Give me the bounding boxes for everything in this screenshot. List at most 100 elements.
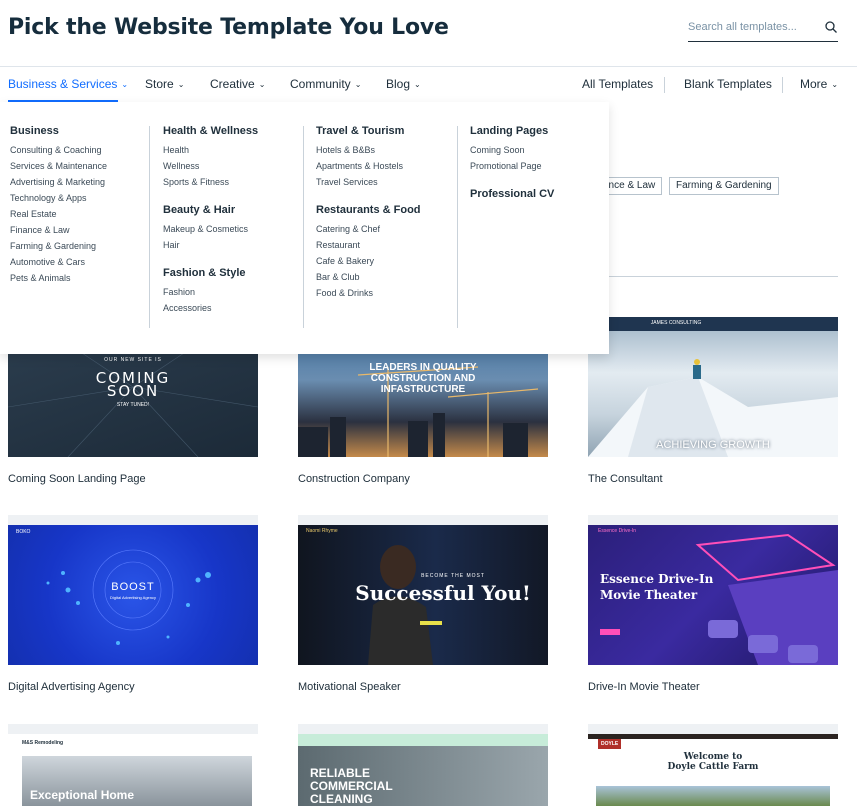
template-thumbnail-remodeling[interactable]: M&S Remodeling Exceptional Home — [8, 734, 258, 806]
chevron-down-icon: ⌄ — [831, 80, 839, 89]
menu-link[interactable]: Real Estate — [10, 206, 107, 222]
page-title: Pick the Website Template You Love — [8, 15, 449, 40]
menu-heading-landing-pages[interactable]: Landing Pages — [470, 125, 554, 137]
menu-link[interactable]: Hair — [163, 237, 258, 253]
menu-link[interactable]: Advertising & Marketing — [10, 174, 107, 190]
nav-creative[interactable]: Creative ⌄ — [210, 77, 265, 91]
menu-group: Restaurants & Food Catering & Chef Resta… — [316, 204, 421, 301]
menu-heading-travel-tourism[interactable]: Travel & Tourism — [316, 125, 421, 137]
menu-link[interactable]: Farming & Gardening — [10, 238, 107, 254]
nav-blank-templates[interactable]: Blank Templates — [684, 77, 772, 91]
nav-store[interactable]: Store ⌄ — [145, 77, 184, 91]
menu-heading-restaurants-food[interactable]: Restaurants & Food — [316, 204, 421, 216]
menu-group: Travel & Tourism Hotels & B&Bs Apartment… — [316, 125, 421, 190]
thumb-text: Doyle Cattle Farm — [667, 762, 759, 772]
thumb-text: SOON — [106, 382, 160, 400]
thumb-text: Essence Drive-In — [598, 528, 637, 534]
menu-link[interactable]: Fashion — [163, 284, 258, 300]
thumb-text: Movie Theater — [600, 588, 698, 602]
menu-column-divider — [303, 126, 304, 328]
search-box[interactable] — [688, 16, 838, 42]
template-title[interactable]: Drive-In Movie Theater — [588, 681, 700, 693]
template-title[interactable]: Coming Soon Landing Page — [8, 473, 146, 485]
menu-link[interactable]: Technology & Apps — [10, 190, 107, 206]
menu-link[interactable]: Coming Soon — [470, 142, 554, 158]
menu-heading-health-wellness[interactable]: Health & Wellness — [163, 125, 258, 137]
menu-link[interactable]: Accessories — [163, 300, 258, 316]
menu-column-divider — [149, 126, 150, 328]
browser-chrome — [8, 515, 258, 525]
thumb-text: Successful You! — [355, 581, 531, 605]
menu-link[interactable]: Makeup & Cosmetics — [163, 221, 258, 237]
menu-link[interactable]: Apartments & Hostels — [316, 158, 421, 174]
thumb-text: CLEANING — [310, 792, 373, 806]
menu-heading-business[interactable]: Business — [10, 125, 107, 137]
menu-link[interactable]: Catering & Chef — [316, 221, 421, 237]
chevron-down-icon: ⌄ — [177, 80, 185, 89]
thumb-text: CONSTRUCTION AND — [370, 373, 476, 384]
template-thumbnail-digital-advertising[interactable]: BOKO BOOST Digital Advertising Agency — [8, 525, 258, 665]
menu-heading-fashion-style[interactable]: Fashion & Style — [163, 267, 258, 279]
menu-group: Professional CV — [470, 188, 554, 200]
filter-chip-farming-gardening[interactable]: Farming & Gardening — [669, 177, 779, 195]
menu-link[interactable]: Sports & Fitness — [163, 174, 258, 190]
search-icon[interactable] — [824, 20, 838, 34]
menu-link[interactable]: Promotional Page — [470, 158, 554, 174]
thumb-text: BOKO — [16, 529, 31, 535]
nav-more[interactable]: More ⌄ — [800, 77, 838, 91]
thumb-text: Essence Drive-In — [600, 572, 714, 586]
template-thumbnail-drive-in[interactable]: Essence Drive-In Essence Drive-In Movie … — [588, 525, 838, 665]
nav-community[interactable]: Community ⌄ — [290, 77, 361, 91]
menu-link[interactable]: Travel Services — [316, 174, 421, 190]
menu-link[interactable]: Pets & Animals — [10, 270, 107, 286]
menu-link[interactable]: Cafe & Bakery — [316, 253, 421, 269]
menu-group: Fashion & Style Fashion Accessories — [163, 267, 258, 316]
menu-column-business: Business Consulting & Coaching Services … — [10, 125, 107, 300]
menu-link[interactable]: Services & Maintenance — [10, 158, 107, 174]
thumb-text: ACHIEVING GROWTH — [656, 439, 770, 451]
template-thumbnail-consultant[interactable]: JAMES CONSULTING ACHIEVING GROWTH — [588, 317, 838, 457]
search-input[interactable] — [688, 16, 816, 38]
menu-column-divider — [457, 126, 458, 328]
nav-label: Blog — [386, 77, 411, 91]
template-thumbnail-motivational-speaker[interactable]: Naomi Rhyme BECOME THE MOST Successful Y… — [298, 525, 548, 665]
template-title[interactable]: Construction Company — [298, 473, 410, 485]
menu-link[interactable]: Health — [163, 142, 258, 158]
menu-group: Beauty & Hair Makeup & Cosmetics Hair — [163, 204, 258, 253]
menu-link[interactable]: Food & Drinks — [316, 285, 421, 301]
menu-link[interactable]: Consulting & Coaching — [10, 142, 107, 158]
thumb-text: BOOST — [111, 581, 155, 593]
thumb-button — [600, 629, 620, 635]
menu-group: Landing Pages Coming Soon Promotional Pa… — [470, 125, 554, 174]
menu-link[interactable]: Bar & Club — [316, 269, 421, 285]
menu-column-landing-cv: Landing Pages Coming Soon Promotional Pa… — [470, 125, 554, 214]
thumb-text: BECOME THE MOST — [421, 573, 485, 579]
template-title[interactable]: The Consultant — [588, 473, 663, 485]
menu-link[interactable]: Hotels & B&Bs — [316, 142, 421, 158]
category-nav: Business & Services ⌄ Store ⌄ Creative ⌄ Co… — [0, 66, 857, 102]
nav-business-services[interactable]: Business & Services ⌄ — [8, 77, 128, 91]
browser-chrome — [588, 515, 838, 525]
template-thumbnail-cattle-farm[interactable]: DOYLE Welcome to Doyle Cattle Farm — [588, 734, 838, 806]
browser-chrome — [8, 724, 258, 734]
menu-link[interactable]: Wellness — [163, 158, 258, 174]
template-thumbnail-cleaning[interactable]: RELIABLE COMMERCIAL CLEANING — [298, 734, 548, 806]
menu-heading-professional-cv[interactable]: Professional CV — [470, 188, 554, 200]
menu-link[interactable]: Finance & Law — [10, 222, 107, 238]
nav-divider — [782, 77, 783, 93]
thumb-text: INFASTRUCTURE — [380, 384, 466, 395]
nav-blog[interactable]: Blog ⌄ — [386, 77, 421, 91]
nav-label: Creative — [210, 77, 255, 91]
menu-group: Health & Wellness Health Wellness Sports… — [163, 125, 258, 190]
thumb-text: OUR NEW SITE IS — [104, 357, 162, 363]
chevron-down-icon: ⌄ — [121, 80, 129, 89]
menu-link[interactable]: Automotive & Cars — [10, 254, 107, 270]
menu-column-health-beauty-fashion: Health & Wellness Health Wellness Sports… — [163, 125, 258, 330]
nav-all-templates[interactable]: All Templates — [582, 77, 653, 91]
thumbnail-art — [588, 359, 838, 457]
template-title[interactable]: Motivational Speaker — [298, 681, 401, 693]
menu-link[interactable]: Restaurant — [316, 237, 421, 253]
thumb-navbar — [298, 734, 548, 746]
template-title[interactable]: Digital Advertising Agency — [8, 681, 135, 693]
menu-heading-beauty-hair[interactable]: Beauty & Hair — [163, 204, 258, 216]
